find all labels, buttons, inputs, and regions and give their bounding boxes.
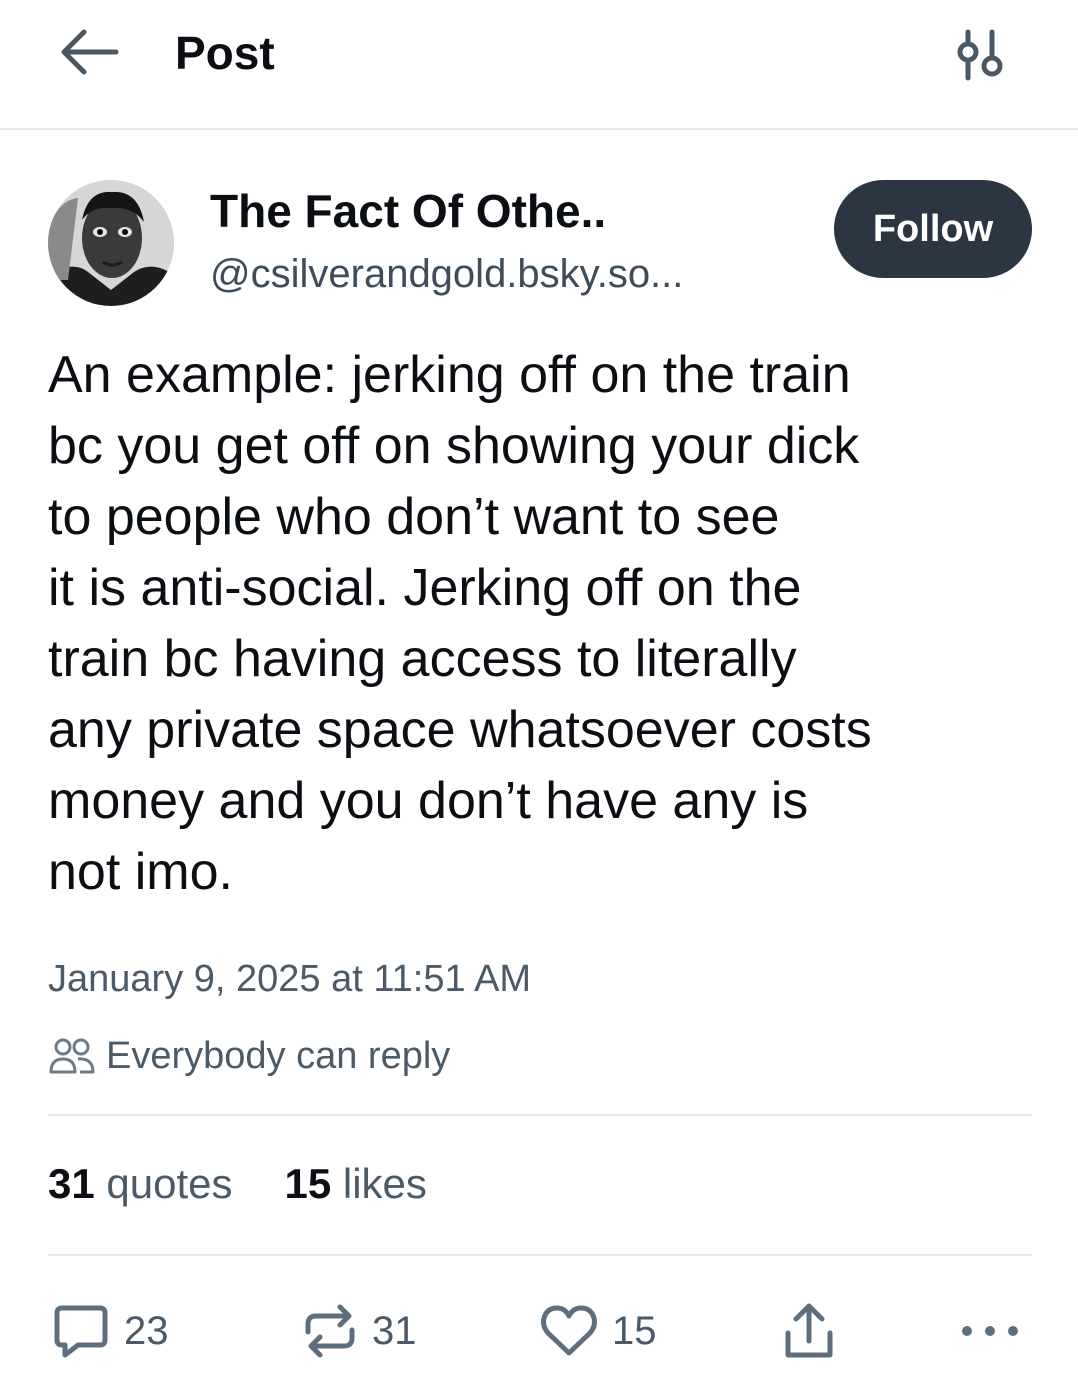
more-options-button[interactable] (958, 1296, 1022, 1366)
reply-button[interactable]: 23 (52, 1296, 169, 1366)
post-actions: 23 31 15 (0, 1296, 1078, 1366)
reply-count: 23 (124, 1308, 169, 1353)
quotes-stat[interactable]: 31 quotes (48, 1160, 233, 1208)
arrow-left-icon (61, 29, 119, 75)
repost-icon (305, 1304, 355, 1358)
repost-count: 31 (372, 1308, 417, 1353)
heart-icon (541, 1305, 597, 1356)
author-handle[interactable]: @csilverandgold.bsky.so... (210, 252, 683, 297)
likes-count: 15 (284, 1160, 332, 1207)
people-icon (49, 1038, 95, 1074)
quotes-count: 31 (48, 1160, 95, 1207)
quotes-label: quotes (106, 1160, 233, 1207)
divider (48, 1114, 1032, 1116)
share-icon (785, 1303, 833, 1358)
like-button[interactable]: 15 (540, 1296, 657, 1366)
page-title: Post (175, 27, 275, 79)
top-bar: Post (0, 0, 1078, 130)
avatar-photo (48, 180, 174, 306)
divider (48, 1254, 1032, 1256)
avatar[interactable] (48, 180, 174, 306)
post-text: An example: jerking off on the train bc … (48, 346, 872, 901)
thread-options-button[interactable] (950, 22, 1010, 86)
repost-button[interactable]: 31 (302, 1296, 417, 1366)
post-timestamp: January 9, 2025 at 11:51 AM (48, 958, 532, 1000)
speech-bubble-icon (54, 1305, 108, 1358)
likes-stat[interactable]: 15 likes (285, 1160, 427, 1208)
likes-label: likes (342, 1160, 427, 1207)
follow-button[interactable]: Follow (834, 180, 1032, 278)
author-display-name[interactable]: The Fact Of Othe.. (210, 184, 606, 238)
reply-setting-label: Everybody can reply (106, 1034, 451, 1077)
back-button[interactable] (56, 24, 120, 80)
sliders-icon (957, 29, 1003, 81)
reply-setting: Everybody can reply (48, 1032, 450, 1080)
ellipsis-icon (962, 1326, 1018, 1336)
share-button[interactable] (782, 1296, 836, 1366)
post-stats: 31 quotes 15 likes (48, 1160, 479, 1208)
like-count: 15 (612, 1308, 657, 1353)
